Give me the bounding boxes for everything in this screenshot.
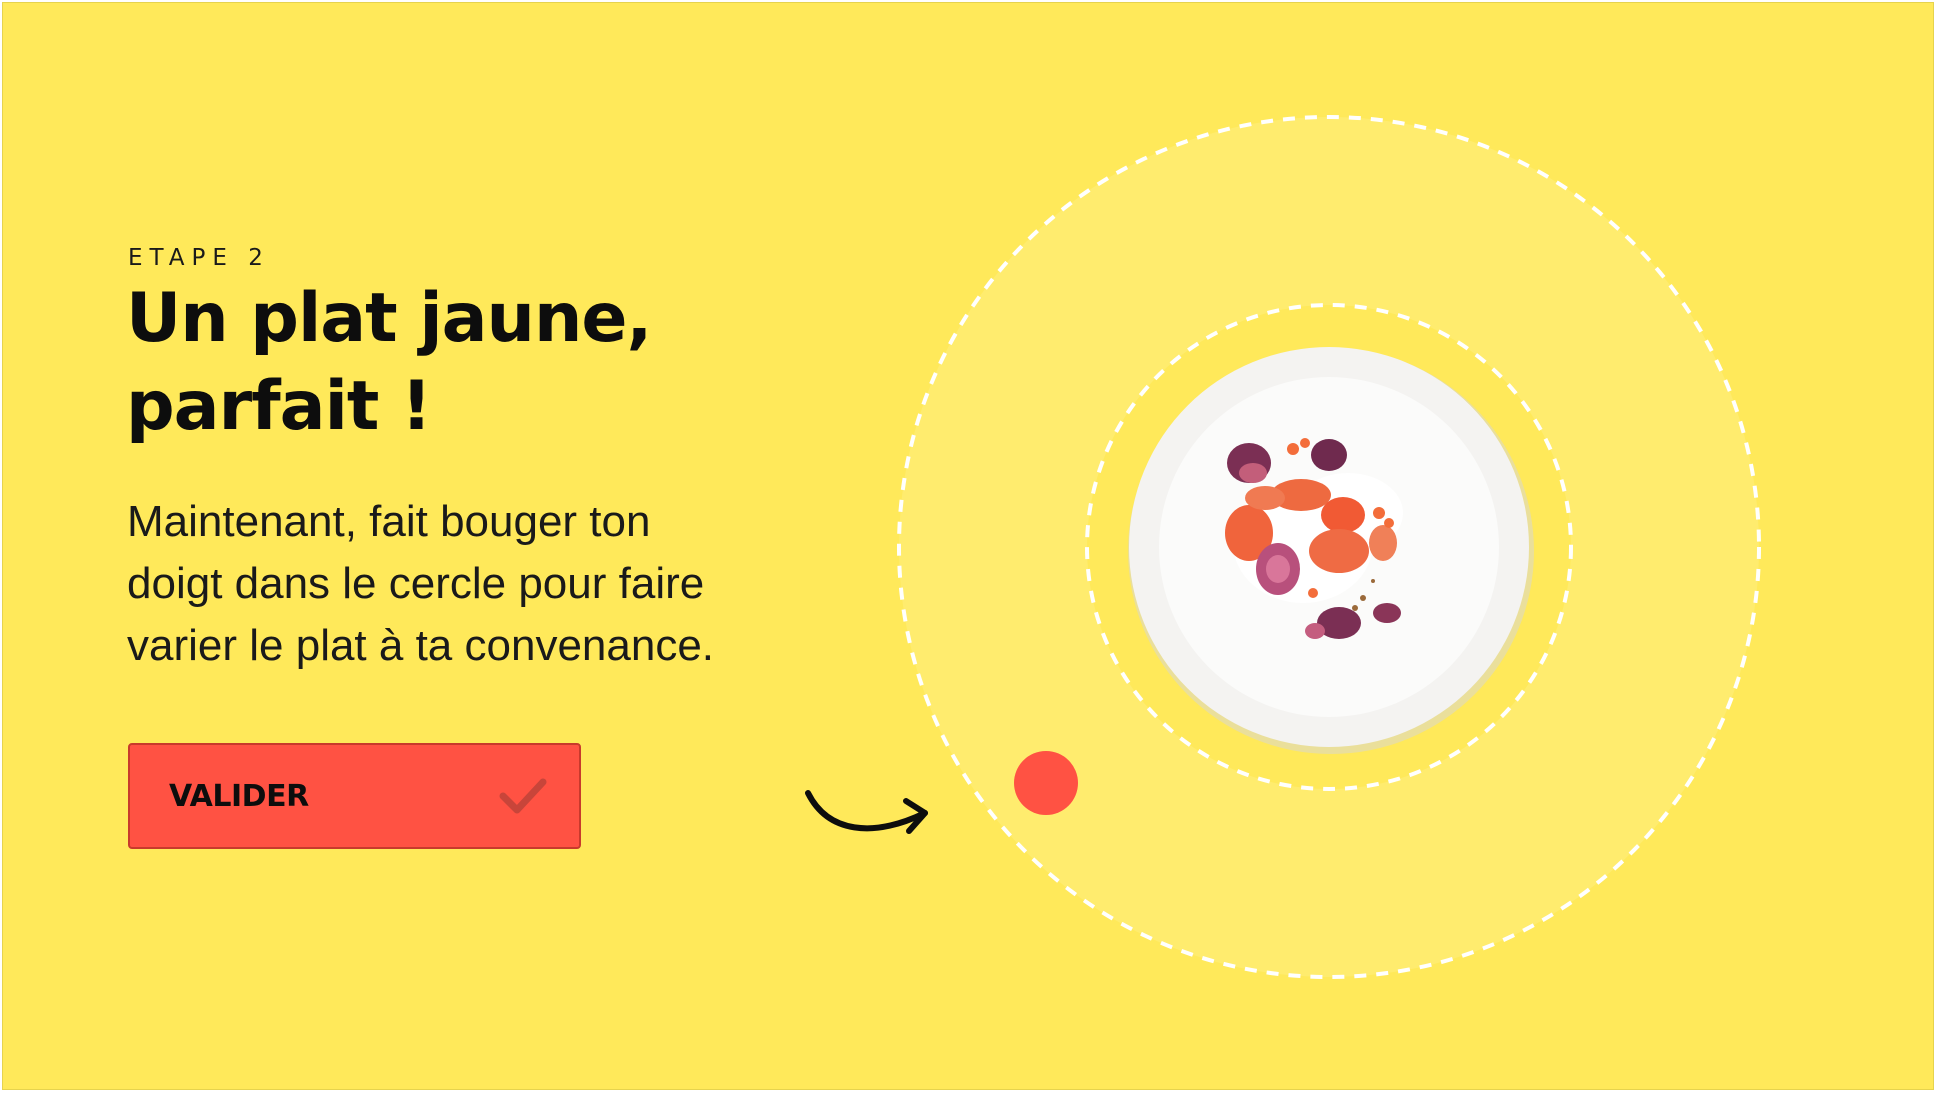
app-screen: ETAPE 2 Un plat jaune, parfait ! Mainten… — [2, 2, 1934, 1090]
dish-selector-visual — [805, 115, 1761, 979]
plated-dish-image — [1128, 347, 1534, 754]
drag-handle-dot[interactable] — [1014, 751, 1078, 815]
curved-arrow-icon — [805, 790, 928, 834]
